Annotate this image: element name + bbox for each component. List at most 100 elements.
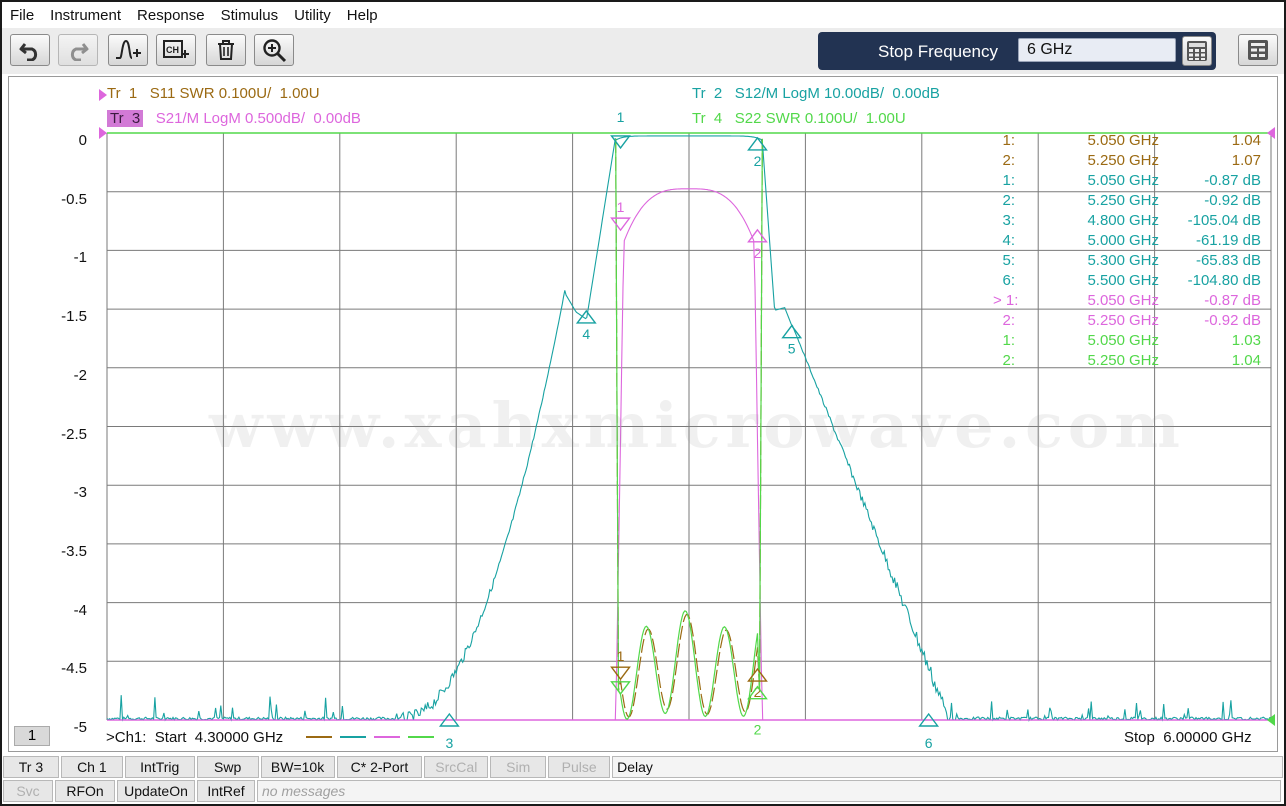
y-tick-label: -1 (73, 249, 87, 267)
marker-readout-row[interactable]: 1: 5.050 GHz 1.03 (993, 332, 1263, 352)
menu-stimulus[interactable]: Stimulus (221, 7, 279, 24)
start-frequency-label[interactable]: >Ch1: Start 4.30000 GHz (106, 729, 283, 746)
marker-value: -105.04 dB (1187, 212, 1261, 229)
y-tick-label: -4 (73, 601, 87, 619)
marker-readout-row[interactable]: 3: 4.800 GHz -105.04 dB (993, 212, 1263, 232)
marker-frequency: 5.050 (1087, 172, 1125, 189)
status-trace[interactable]: Tr 3 (3, 756, 59, 778)
marker-frequency: 5.050 (1087, 292, 1125, 309)
marker-label: 2 (754, 245, 762, 261)
marker-value: -0.87 dB (1204, 172, 1261, 189)
measurement-plot-panel[interactable]: 12345612122 Tr 1 S11 SWR 0.100U/ 1.00U T… (8, 76, 1278, 752)
trace-1-desc: S11 SWR 0.100U/ 1.00U (149, 85, 320, 102)
marker-readout-row[interactable]: 2: 5.250 GHz -0.92 dB (993, 192, 1263, 212)
marker-label: 4 (582, 326, 590, 342)
marker-label: 3 (445, 735, 453, 751)
marker-readout-row[interactable]: > 1: 5.050 GHz -0.87 dB (993, 292, 1263, 312)
stop-frequency-input[interactable]: 6 GHz (1018, 38, 1176, 62)
menu-utility[interactable]: Utility (294, 7, 331, 24)
marker-index: 1: (1002, 132, 1015, 149)
trace-3-label[interactable]: Tr 3 S21/M LogM 0.500dB/ 0.00dB (107, 110, 361, 127)
marker-index: 2: (1002, 192, 1015, 209)
marker-frequency: 5.050 (1087, 332, 1125, 349)
y-tick-label: -2.5 (61, 425, 87, 443)
marker-frequency: 5.050 (1087, 132, 1125, 149)
trace-2-desc: S12/M LogM 10.00dB/ 0.00dB (734, 85, 940, 102)
y-tick-label: -3.5 (61, 542, 87, 560)
marker-readout-row[interactable]: 1: 5.050 GHz -0.87 dB (993, 172, 1263, 192)
trace-4-label[interactable]: Tr 4 S22 SWR 0.100U/ 1.00U (692, 110, 906, 127)
marker-index: 3: (1002, 212, 1015, 229)
marker-triangle (781, 324, 803, 339)
undo-button[interactable] (10, 34, 50, 66)
status-delay[interactable]: Delay (612, 756, 1283, 778)
status-sim[interactable]: Sim (490, 756, 547, 778)
softkey-menu-button[interactable] (1238, 34, 1278, 66)
add-trace-icon (116, 39, 141, 59)
status-update-on[interactable]: UpdateOn (117, 780, 195, 802)
marker-index: 6: (1002, 272, 1015, 289)
zoom-button[interactable] (254, 34, 294, 66)
redo-icon (70, 43, 89, 61)
marker-readout-row[interactable]: 6: 5.500 GHz -104.80 dB (993, 272, 1263, 292)
add-trace-button[interactable] (108, 34, 148, 66)
calculator-button[interactable] (1182, 36, 1212, 66)
marker-index: 1: (1002, 172, 1015, 189)
marker-index: 2: (1002, 152, 1015, 169)
zoom-icon (263, 39, 287, 63)
redo-button[interactable] (58, 34, 98, 66)
marker-frequency: 5.500 (1087, 272, 1125, 289)
trace-2-label[interactable]: Tr 2 S12/M LogM 10.00dB/ 0.00dB (692, 85, 940, 102)
status-bandwidth[interactable]: BW=10k (260, 756, 335, 778)
marker-value: -65.83 dB (1195, 252, 1261, 269)
status-int-ref[interactable]: IntRef (197, 780, 255, 802)
status-trigger[interactable]: IntTrig (124, 756, 195, 778)
marker-readout-row[interactable]: 1: 5.050 GHz 1.04 (993, 132, 1263, 152)
status-calibration[interactable]: C* 2-Port (336, 756, 423, 778)
menu-grid-icon (1248, 40, 1268, 60)
trace-3-desc: S21/M LogM 0.500dB/ 0.00dB (155, 110, 361, 127)
y-tick-label: -2 (73, 366, 87, 384)
menu-help[interactable]: Help (347, 7, 378, 24)
marker-readout-row[interactable]: 2: 5.250 GHz 1.04 (993, 352, 1263, 372)
delete-icon (218, 40, 234, 60)
menu-bar: File Instrument Response Stimulus Utilit… (2, 2, 1284, 28)
marker-frequency: 5.250 (1087, 152, 1125, 169)
status-bar-bottom: Svc RFOn UpdateOn IntRef no messages (2, 779, 1284, 803)
stop-frequency-readout[interactable]: Stop 6.00000 GHz (1124, 729, 1252, 746)
marker-frequency: 5.300 (1087, 252, 1125, 269)
status-srccal[interactable]: SrcCal (424, 756, 489, 778)
marker-readout-row[interactable]: 5: 5.300 GHz -65.83 dB (993, 252, 1263, 272)
marker-value: -0.92 dB (1204, 312, 1261, 329)
menu-response[interactable]: Response (137, 7, 205, 24)
marker-value: -0.87 dB (1204, 292, 1261, 309)
trace-3-id: Tr 3 (107, 110, 144, 127)
status-messages: no messages (257, 780, 1281, 802)
marker-triangle (610, 666, 631, 681)
marker-value: -61.19 dB (1195, 232, 1261, 249)
delete-button[interactable] (206, 34, 246, 66)
menu-instrument[interactable]: Instrument (50, 7, 121, 24)
marker-readout-row[interactable]: 2: 5.250 GHz -0.92 dB (993, 312, 1263, 332)
toolbar: CH Stop Frequency 6 GHz (2, 28, 1284, 74)
marker-value: 1.07 (1231, 152, 1261, 169)
status-sweep[interactable]: Swp (196, 756, 259, 778)
trace3-arrow (99, 89, 107, 101)
marker-value: 1.04 (1231, 132, 1261, 149)
trace-color-legend (306, 736, 434, 738)
marker-value: 1.03 (1231, 332, 1261, 349)
status-svc[interactable]: Svc (3, 780, 53, 802)
status-pulse[interactable]: Pulse (548, 756, 611, 778)
marker-value: -104.80 dB (1187, 272, 1261, 289)
marker-triangle (610, 217, 631, 232)
channel-badge[interactable]: 1 (14, 726, 50, 746)
status-rf-on[interactable]: RFOn (55, 780, 115, 802)
marker-readout-row[interactable]: 4: 5.000 GHz -61.19 dB (993, 232, 1263, 252)
menu-file[interactable]: File (10, 7, 34, 24)
trace-1-label[interactable]: Tr 1 S11 SWR 0.100U/ 1.00U (107, 85, 320, 102)
add-channel-button[interactable]: CH (156, 34, 196, 66)
marker-frequency: 4.800 (1087, 212, 1125, 229)
marker-readout-row[interactable]: 2: 5.250 GHz 1.07 (993, 152, 1263, 172)
trace-4-id: Tr 4 (692, 110, 723, 127)
status-channel[interactable]: Ch 1 (60, 756, 123, 778)
